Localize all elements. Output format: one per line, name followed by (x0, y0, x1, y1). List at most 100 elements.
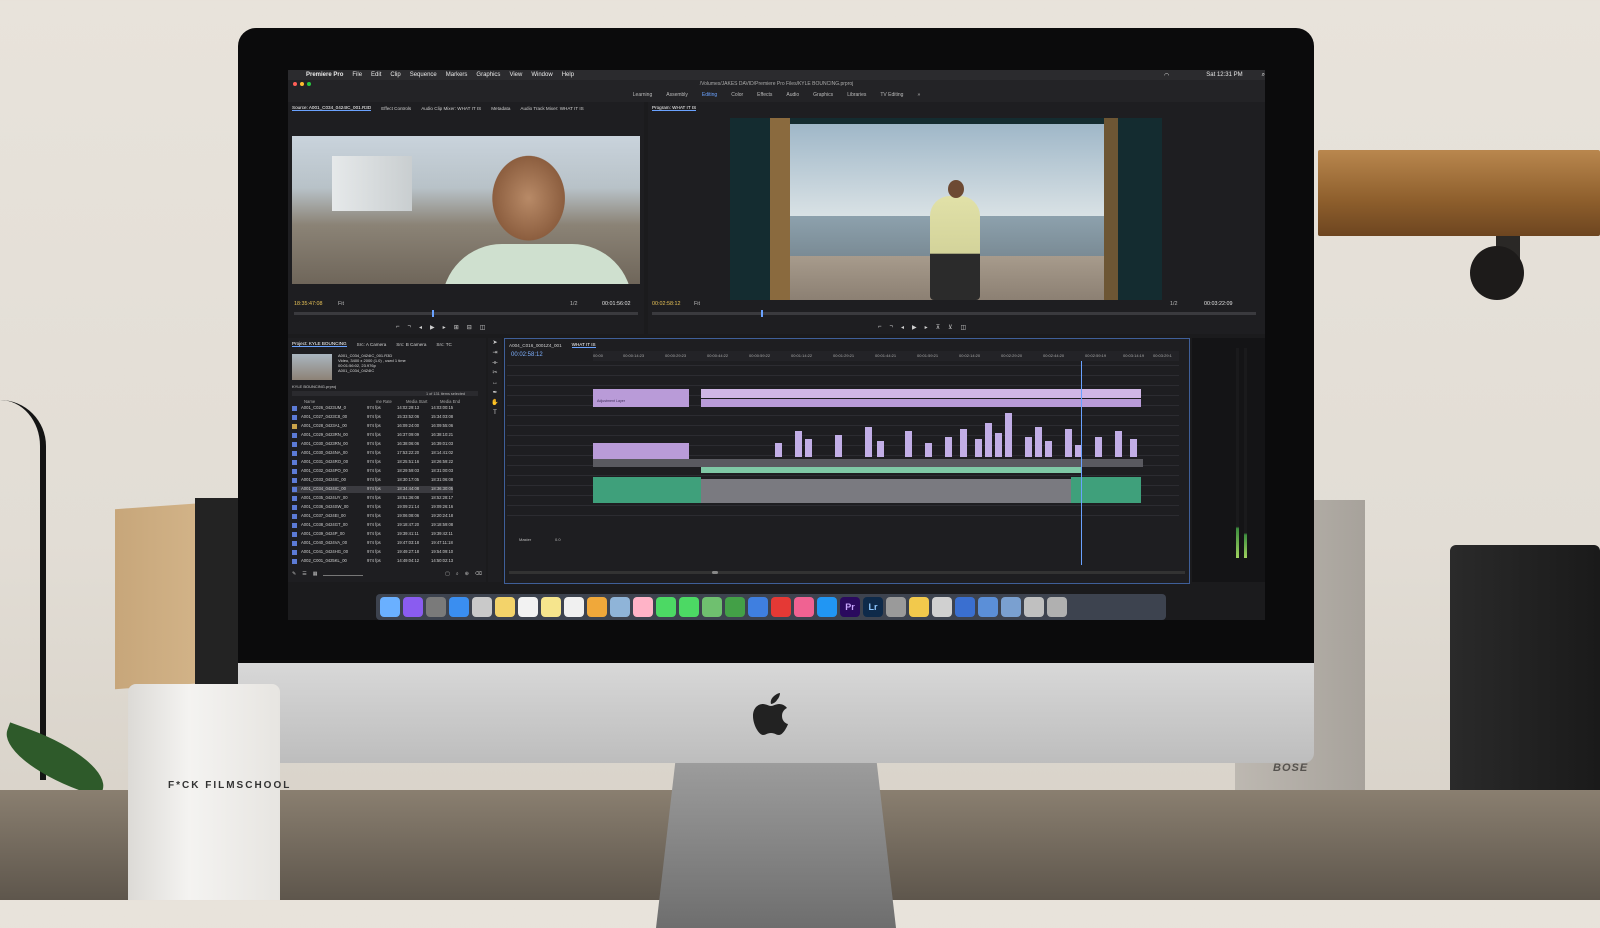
pen-tool-icon[interactable]: ✒ (488, 388, 502, 398)
premiere-icon[interactable]: Pr (840, 597, 860, 617)
source-video-frame[interactable] (292, 136, 640, 284)
track-lane[interactable] (507, 475, 1179, 476)
menu-file[interactable]: File (352, 72, 362, 78)
selection-tool-icon[interactable]: ➤ (488, 338, 502, 348)
clip-adjustment[interactable]: Adjustment Layer (701, 389, 1141, 403)
list-item[interactable]: A001_C030_0423RN_00 974 fps 16:38:06:06 16:… (292, 441, 453, 448)
menu-clock[interactable]: Sat 12:31 PM (1206, 72, 1242, 78)
label-color-swatch[interactable] (292, 415, 297, 420)
workspace-more-icon[interactable]: » (917, 92, 920, 98)
zoom-icon[interactable] (307, 82, 311, 86)
tab-audio-track-mixer[interactable]: Audio Track Mixer: WHAT IT IS (520, 106, 583, 111)
list-item[interactable]: A001_C028_0423A1_00 974 fps 16:09:24:00 16:… (292, 423, 453, 430)
workspace-graphics[interactable]: Graphics (813, 92, 833, 98)
export-frame-icon[interactable]: ◫ (961, 324, 967, 331)
trash-icon[interactable]: ⌫ (475, 571, 482, 579)
menu-graphics[interactable]: Graphics (476, 72, 500, 78)
track-lane[interactable] (507, 435, 1179, 436)
program-fraction[interactable]: 1/2 (1170, 301, 1178, 307)
list-item[interactable]: A002_C001_0425KL_00 974 fps 14:49:04:12 14:… (292, 558, 453, 565)
finder2-icon[interactable] (909, 597, 929, 617)
stacked-clip[interactable] (945, 437, 952, 457)
calendar-icon[interactable] (518, 597, 538, 617)
app-menu[interactable]: Premiere Pro (306, 72, 343, 78)
list-item[interactable]: A001_C027_0423C8_00 974 fps 15:33:52:06 15:… (292, 414, 453, 421)
type-tool-icon[interactable]: T (488, 408, 502, 418)
pages-icon[interactable] (587, 597, 607, 617)
source-zoom[interactable]: Fit (338, 301, 344, 307)
play-icon[interactable]: ▶ (430, 324, 435, 331)
label-color-swatch[interactable] (292, 514, 297, 519)
tab-program[interactable]: Program: WHAT IT IS (652, 105, 697, 111)
col-name[interactable]: Name (292, 399, 376, 404)
list-item[interactable]: A001_C040_0424VA_00 974 fps 19:47:03:18 19:… (292, 540, 453, 547)
numbers-icon[interactable] (725, 597, 745, 617)
overwrite-icon[interactable]: ⊟ (467, 324, 472, 331)
stacked-clip[interactable] (960, 429, 967, 457)
workspace-learning[interactable]: Learning (633, 92, 652, 98)
mark-out-icon[interactable]: ¬ (408, 324, 412, 330)
col-media-start[interactable]: Media Start (406, 399, 440, 404)
step-forward-icon[interactable]: ▸ (925, 324, 928, 331)
finder-icon[interactable] (380, 597, 400, 617)
zoom-slider[interactable] (323, 575, 364, 576)
menu-markers[interactable]: Markers (446, 72, 468, 78)
list-item[interactable]: A001_C029_0423RN_00 974 fps 16:37:09:09 16:… (292, 432, 453, 439)
label-color-swatch[interactable] (292, 505, 297, 510)
list-item[interactable]: A001_C041_0424HG_00 974 fps 19:49:27:18 19:… (292, 549, 453, 556)
track-lane[interactable] (507, 375, 1179, 376)
source-scrubber[interactable] (294, 310, 638, 317)
music-icon[interactable] (794, 597, 814, 617)
workspace-tv-editing[interactable]: TV Editing (880, 92, 903, 98)
appstore-icon[interactable] (817, 597, 837, 617)
source-fraction[interactable]: 1/2 (570, 301, 578, 307)
export-frame-icon[interactable]: ◫ (480, 324, 486, 331)
program-video-frame[interactable] (730, 118, 1162, 300)
stacked-clip[interactable] (905, 431, 912, 457)
program-scrubber[interactable] (652, 310, 1256, 317)
col-frame-rate[interactable]: me Rate (376, 399, 406, 404)
tab-metadata[interactable]: Metadata (491, 106, 510, 111)
stacked-clip[interactable] (1035, 427, 1042, 457)
label-color-swatch[interactable] (292, 550, 297, 555)
tab-sequence-1[interactable]: A004_C016_0001Z4_001 (509, 343, 562, 348)
clip-video[interactable] (701, 399, 1141, 407)
screenshot-icon[interactable] (932, 597, 952, 617)
workspace-audio[interactable]: Audio (786, 92, 799, 98)
stacked-clip[interactable] (865, 427, 872, 457)
mark-in-icon[interactable]: ⌐ (396, 324, 400, 330)
insert-icon[interactable]: ⊞ (454, 324, 459, 331)
tab-project[interactable]: Project: KYLE BOUNCING (292, 341, 347, 347)
label-color-swatch[interactable] (292, 496, 297, 501)
label-color-swatch[interactable] (292, 478, 297, 483)
clip-audio[interactable] (701, 467, 1081, 473)
preview-icon[interactable] (610, 597, 630, 617)
textedit-icon[interactable] (564, 597, 584, 617)
stacked-clip[interactable] (1005, 413, 1012, 457)
new-item-icon[interactable]: ⊕ (465, 571, 469, 579)
timeline-timecode[interactable]: 00:02:58:12 (511, 352, 543, 358)
stacked-clip[interactable] (1065, 429, 1072, 457)
tab-effect-controls[interactable]: Effect Controls (381, 106, 411, 111)
timeline-scrollbar[interactable] (509, 571, 1185, 574)
clip-thumbnail[interactable] (292, 354, 332, 380)
stacked-clip[interactable] (775, 443, 782, 457)
folder-icon[interactable] (1001, 597, 1021, 617)
program-timecode[interactable]: 00:02:58:12 (652, 301, 680, 307)
close-icon[interactable] (293, 82, 297, 86)
mark-in-icon[interactable]: ⌐ (878, 324, 882, 330)
ripple-edit-icon[interactable]: ⟛ (488, 358, 502, 368)
list-item[interactable]: A001_C034_0424IC_00 974 fps 18:34:44:08 18:… (292, 486, 454, 493)
clip-video[interactable] (593, 459, 1143, 467)
messages-icon[interactable] (656, 597, 676, 617)
stacked-clip[interactable] (1130, 439, 1137, 457)
playhead[interactable] (1081, 361, 1082, 565)
col-media-end[interactable]: Media End (440, 399, 460, 404)
timeline-ruler[interactable]: 00:00 00:00:14:23 00:00:29:23 00:00:44:2… (593, 351, 1179, 361)
stacked-clip[interactable] (925, 443, 932, 457)
tab-src-a[interactable]: Src: A Camera (357, 342, 387, 347)
tab-source[interactable]: Source: A001_C034_0424IC_001.R3D (292, 105, 372, 111)
track-lane[interactable] (507, 425, 1179, 426)
label-color-swatch[interactable] (292, 487, 297, 492)
minimize-icon[interactable] (300, 82, 304, 86)
